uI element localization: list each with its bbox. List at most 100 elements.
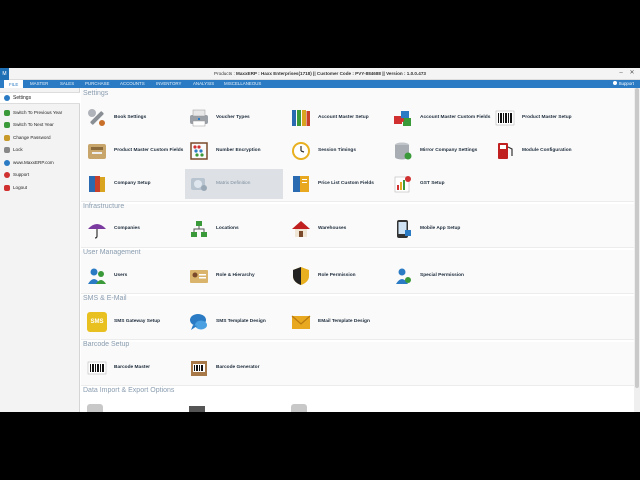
abacus-icon (190, 142, 208, 160)
tile-barcode-generator[interactable]: Barcode Generator (185, 353, 283, 383)
data-import-tile-partial[interactable] (87, 404, 103, 412)
support-icon (4, 171, 10, 178)
books-icon (89, 176, 105, 192)
tile-email-template-design[interactable]: EMail Template Design (287, 307, 385, 337)
tile-label: Mobile App Setup (420, 226, 461, 231)
sidebar-item-label: Logout (13, 185, 28, 190)
tile-mirror-company-settings[interactable]: Mirror Company Settings (389, 136, 487, 166)
sidebar-item-label: Switch To Next Year (13, 122, 54, 127)
menu-accounts[interactable]: ACCOUNTS (120, 80, 145, 88)
gst-chart-icon (394, 176, 411, 193)
arrow-right-icon (4, 121, 10, 128)
tile-label: SMS Gateway Setup (114, 319, 161, 324)
chat-icon (190, 314, 207, 330)
sidebar-item-website[interactable]: www.MaxxERP.com (4, 158, 78, 168)
tile-product-master-custom-fields[interactable]: Product Master Custom Fields (83, 136, 184, 166)
sidebar-item-previous-year[interactable]: Switch To Previous Year (4, 108, 78, 118)
tile-users[interactable]: Users (83, 261, 181, 291)
tile-gst-setup[interactable]: GST Setup (389, 169, 487, 199)
sidebar-item-logout[interactable]: Logout (4, 183, 78, 193)
sms-icon-text: SMS (90, 319, 104, 325)
menu-inventory[interactable]: INVENTORY (156, 80, 181, 88)
price-list-icon (293, 176, 309, 192)
tile-label: Warehouses (318, 226, 347, 231)
window-title-prefix: Products : (214, 71, 237, 76)
sidebar: Settings Switch To Previous Year Switch … (0, 88, 80, 412)
tile-company-setup[interactable]: Company Setup (83, 169, 181, 199)
tile-module-configuration[interactable]: Module Configuration (491, 136, 589, 166)
printer-icon (190, 109, 208, 127)
barcode-icon (495, 110, 515, 126)
menu-master[interactable]: MASTER (30, 80, 48, 88)
sidebar-item-next-year[interactable]: Switch To Next Year (4, 120, 78, 130)
tile-companies[interactable]: Companies (83, 214, 181, 244)
menu-purchase[interactable]: PURCHASE (85, 80, 109, 88)
tile-label: Locations (216, 226, 239, 231)
support-link[interactable]: Support (612, 80, 634, 88)
wrench-icon (88, 109, 105, 126)
sidebar-item-support[interactable]: Support (4, 170, 78, 180)
vertical-scrollbar[interactable] (634, 88, 640, 412)
clock-icon (292, 142, 310, 160)
tile-sms-template-design[interactable]: SMS Template Design (185, 307, 283, 337)
tile-label: Matrix Definition (216, 181, 251, 186)
tile-locations[interactable]: Locations (185, 214, 283, 244)
tile-label: Product Master Custom Fields (114, 148, 184, 153)
mobile-icon (397, 220, 411, 238)
tile-label: Number Encryption (216, 148, 261, 153)
tile-account-master-setup[interactable]: Account Master Setup (287, 103, 385, 133)
tile-special-permission[interactable]: Special Permission (389, 261, 487, 291)
matrix-icon (191, 178, 207, 191)
network-icon (191, 221, 207, 237)
sidebar-item-change-password[interactable]: Change Password (4, 133, 78, 143)
menu-file[interactable]: FILE (4, 80, 24, 88)
tile-book-settings[interactable]: Book Settings (83, 103, 181, 133)
tile-label: Module Configuration (522, 148, 572, 153)
settings-gear-icon (4, 94, 10, 101)
window-title: Products : MaxxERP : Haxx Enterprises(17… (0, 68, 640, 80)
tile-number-encryption[interactable]: Number Encryption (185, 136, 283, 166)
tile-product-master-setup[interactable]: Product Master Setup (491, 103, 589, 133)
tile-role-hierarchy[interactable]: Role & Hierarchy (185, 261, 283, 291)
globe-icon (4, 159, 10, 166)
sidebar-header-label: Settings (13, 95, 32, 101)
data-tool-tile-partial[interactable] (291, 404, 307, 412)
tile-session-timings[interactable]: Session Timings (287, 136, 385, 166)
tile-voucher-types[interactable]: Voucher Types (185, 103, 283, 133)
tile-label: Role & Hierarchy (216, 273, 255, 278)
logout-icon (4, 184, 10, 191)
tile-label: Users (114, 273, 128, 278)
minimize-button[interactable]: – (616, 68, 626, 78)
menu-miscellaneous[interactable]: MISCELLANEOUS (224, 80, 261, 88)
barcode-generator-icon (191, 361, 207, 376)
tools-box-icon (88, 144, 106, 159)
tile-matrix-definition[interactable]: Matrix Definition (185, 169, 283, 199)
scrollbar-thumb[interactable] (635, 88, 639, 388)
tile-role-permission[interactable]: Role Permission (287, 261, 385, 291)
section-heading-user-management: User Management (83, 249, 141, 256)
sidebar-header[interactable]: Settings (0, 92, 80, 104)
tile-account-master-custom-fields[interactable]: Account Master Custom Fields (389, 103, 490, 133)
support-person-icon (612, 81, 617, 85)
users-icon (88, 268, 106, 284)
tile-barcode-master[interactable]: Barcode Master (83, 353, 181, 383)
data-export-tile-partial[interactable] (189, 406, 205, 412)
fuel-pump-icon (498, 143, 513, 159)
tile-warehouses[interactable]: Warehouses (287, 214, 385, 244)
umbrella-icon (88, 224, 106, 239)
tile-label: Voucher Types (216, 115, 250, 120)
menu-analysis[interactable]: ANALYSIS (193, 80, 214, 88)
sidebar-item-lock[interactable]: Lock (4, 145, 78, 155)
user-permission-icon (396, 268, 411, 284)
tile-sms-gateway-setup[interactable]: SMS SMS Gateway Setup (83, 307, 181, 337)
sidebar-item-label: www.MaxxERP.com (13, 160, 54, 165)
sidebar-item-label: Lock (13, 147, 23, 152)
tile-price-list-custom-fields[interactable]: Price List Custom Fields (287, 169, 385, 199)
window-title-details: MaxxERP : Haxx Enterprises(1718) || Cust… (236, 71, 426, 76)
arrow-left-icon (4, 109, 10, 116)
close-button[interactable]: ✕ (627, 68, 637, 78)
tile-label: Special Permission (420, 273, 464, 278)
id-card-icon (190, 270, 208, 283)
menu-sales[interactable]: SALES (60, 80, 74, 88)
tile-mobile-app-setup[interactable]: Mobile App Setup (389, 214, 487, 244)
